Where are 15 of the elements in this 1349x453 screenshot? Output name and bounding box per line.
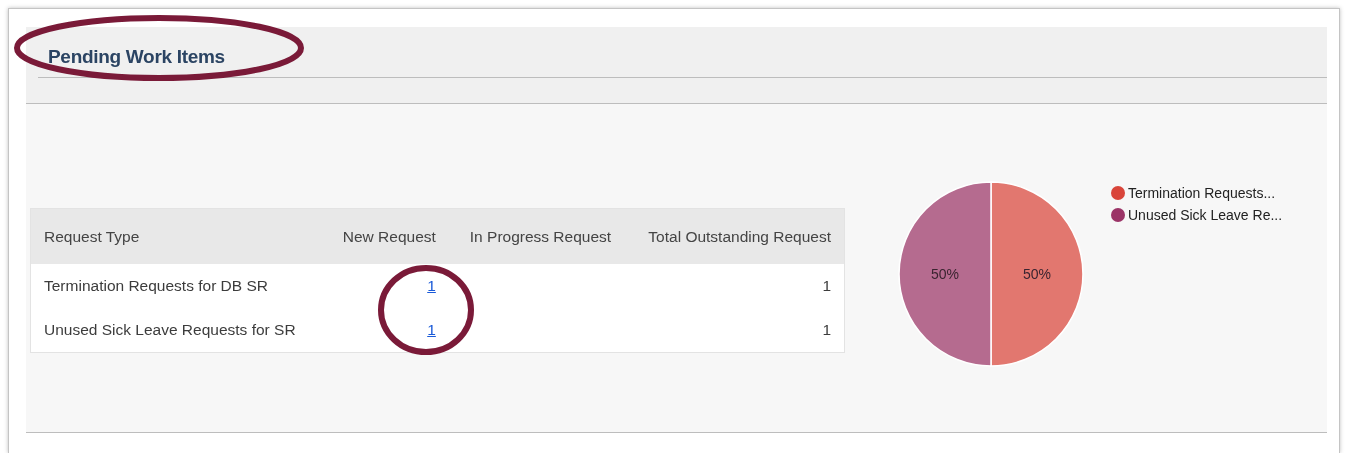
count-link[interactable]: 1 bbox=[427, 277, 436, 294]
table-cell: 1 bbox=[624, 264, 844, 308]
column-header: New Request bbox=[323, 209, 448, 264]
table-cell-text: 1 bbox=[821, 320, 832, 340]
legend-label: Termination Requests... bbox=[1128, 185, 1276, 201]
count-link[interactable]: 1 bbox=[427, 321, 436, 338]
slice-label: 50% bbox=[1023, 266, 1051, 282]
column-header: In Progress Request bbox=[447, 209, 625, 264]
legend-label: Unused Sick Leave Re... bbox=[1128, 207, 1283, 223]
column-header: Request Type bbox=[31, 209, 324, 264]
slice-label: 50% bbox=[931, 266, 959, 282]
table-cell-text: Unused Sick Leave Requests for SR bbox=[43, 320, 297, 340]
column-header: Total Outstanding Request bbox=[624, 209, 844, 264]
table-cell: Termination Requests for DB SR bbox=[31, 264, 324, 308]
panel-title: Pending Work Items bbox=[48, 46, 225, 69]
